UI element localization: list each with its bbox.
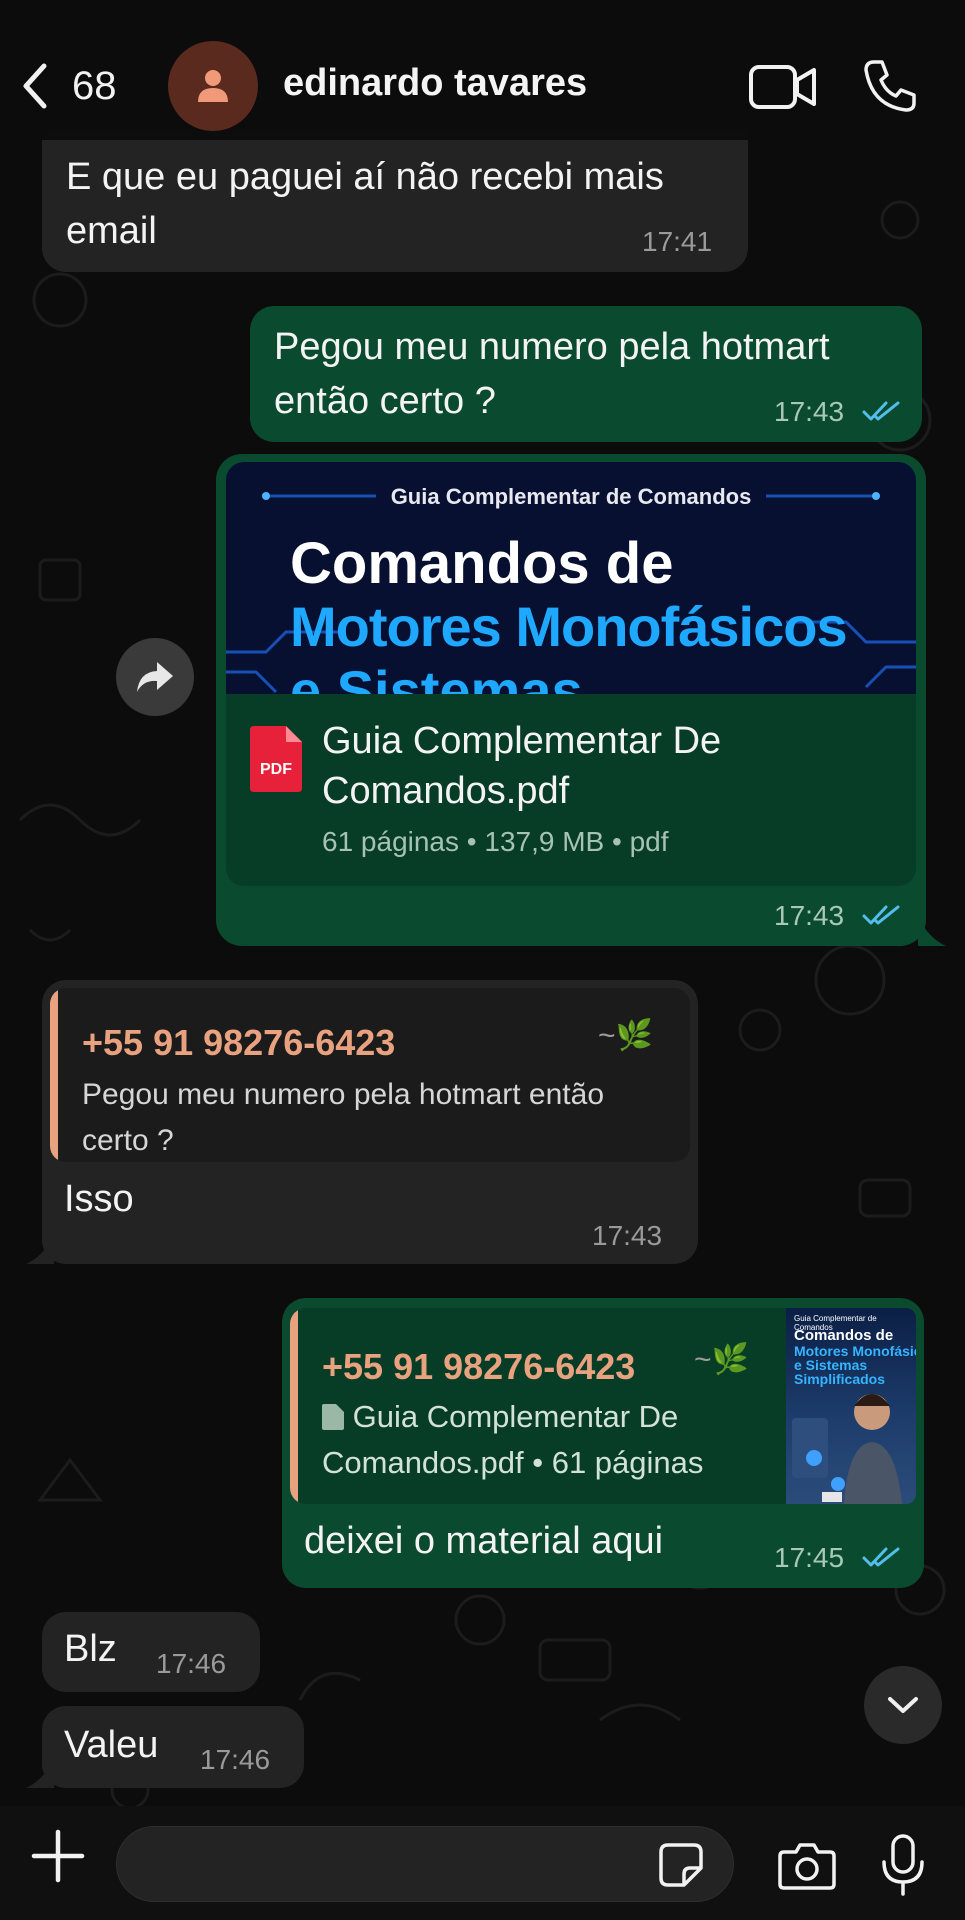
quote-text: certo ? — [82, 1124, 174, 1157]
quote-sender-nick: ~🌿 — [598, 1019, 653, 1052]
message-incoming[interactable]: Blz 17:46 — [42, 1612, 260, 1692]
read-ticks-icon — [862, 401, 900, 421]
message-time: 17:43 — [774, 396, 845, 427]
message-incoming[interactable]: E que eu paguei aí não recebi mais email… — [42, 130, 748, 272]
quote-accent-bar — [290, 1308, 298, 1504]
compose-bar — [0, 1806, 965, 1920]
person-icon — [198, 70, 228, 102]
message-text: E que eu paguei aí não recebi mais — [66, 156, 664, 198]
avatar[interactable] — [168, 41, 258, 131]
chat-header: 68 edinardo tavares — [0, 0, 965, 140]
message-text: Isso — [64, 1178, 134, 1220]
bubble-tail — [26, 1758, 54, 1788]
back-button[interactable]: 68 — [18, 58, 117, 114]
message-time: 17:45 — [774, 1542, 845, 1573]
message-text: Pegou meu numero pela hotmart — [274, 326, 830, 368]
pdf-icon-label: PDF — [260, 761, 292, 778]
video-camera-icon[interactable] — [748, 62, 818, 112]
message-input-container[interactable] — [116, 1826, 734, 1902]
forward-arrow-icon — [137, 662, 173, 692]
chevron-down-icon — [888, 1697, 918, 1713]
document-thumbnail[interactable]: Guia Complementar de Comandos Comandos d… — [786, 1308, 916, 1504]
sticker-icon[interactable] — [658, 1842, 704, 1888]
scroll-to-bottom-button[interactable] — [864, 1666, 942, 1744]
read-ticks-icon — [862, 1547, 900, 1567]
bubble-tail — [26, 1234, 54, 1264]
message-time: 17:41 — [642, 226, 713, 257]
message-text: Blz — [64, 1628, 117, 1670]
document-name: Comandos.pdf — [322, 770, 570, 812]
message-text: deixei o material aqui — [304, 1520, 664, 1562]
preview-title-line3: e Sistemas — [290, 659, 583, 694]
preview-subtitle: Guia Complementar de Comandos — [390, 484, 752, 509]
document-card[interactable]: PDF Guia Complementar De Comandos.pdf 61… — [226, 694, 916, 886]
quoted-message[interactable]: +55 91 98276-6423 ~🌿 Pegou meu numero pe… — [50, 988, 690, 1162]
microphone-icon[interactable] — [880, 1834, 926, 1896]
chevron-left-icon — [23, 63, 47, 109]
quote-text: Pegou meu numero pela hotmart então — [82, 1078, 604, 1111]
preview-title-line2: Motores Monofásicos — [290, 595, 848, 658]
message-input[interactable] — [141, 1841, 641, 1889]
quote-text: Comandos.pdf • 61 páginas — [322, 1445, 704, 1480]
plus-icon[interactable] — [30, 1828, 86, 1884]
quote-text: Guia Complementar De — [352, 1399, 679, 1434]
document-icon — [322, 1404, 344, 1430]
forward-button[interactable] — [116, 638, 194, 716]
document-preview[interactable]: Guia Complementar de Comandos Comandos d… — [226, 462, 916, 694]
quote-sender-nick: ~🌿 — [694, 1343, 749, 1376]
document-meta: 61 páginas • 137,9 MB • pdf — [322, 826, 669, 857]
message-incoming-reply[interactable]: +55 91 98276-6423 ~🌿 Pegou meu numero pe… — [42, 980, 698, 1264]
message-time: 17:46 — [200, 1744, 271, 1775]
message-text: email — [66, 210, 157, 252]
message-text: Valeu — [64, 1724, 159, 1766]
quote-sender: +55 91 98276-6423 — [322, 1346, 636, 1387]
message-time: 17:43 — [774, 900, 845, 931]
read-ticks-icon — [862, 905, 900, 925]
phone-icon[interactable] — [862, 58, 918, 114]
quote-accent-bar — [50, 988, 58, 1162]
bubble-tail — [918, 916, 946, 946]
quote-sender: +55 91 98276-6423 — [82, 1022, 396, 1063]
thumb-person-illustration — [792, 1394, 902, 1504]
preview-title-line1: Comandos de — [290, 531, 674, 596]
unread-count: 68 — [72, 63, 117, 108]
document-name: Guia Complementar De — [322, 720, 722, 762]
message-time: 17:46 — [156, 1648, 227, 1679]
camera-icon[interactable] — [778, 1842, 836, 1890]
message-incoming[interactable]: Valeu 17:46 — [42, 1706, 304, 1788]
message-outgoing[interactable]: Pegou meu numero pela hotmart então cert… — [250, 306, 922, 442]
pdf-file-icon: PDF — [250, 726, 302, 792]
message-time: 17:43 — [592, 1220, 663, 1251]
contact-name[interactable]: edinardo tavares — [283, 62, 587, 105]
